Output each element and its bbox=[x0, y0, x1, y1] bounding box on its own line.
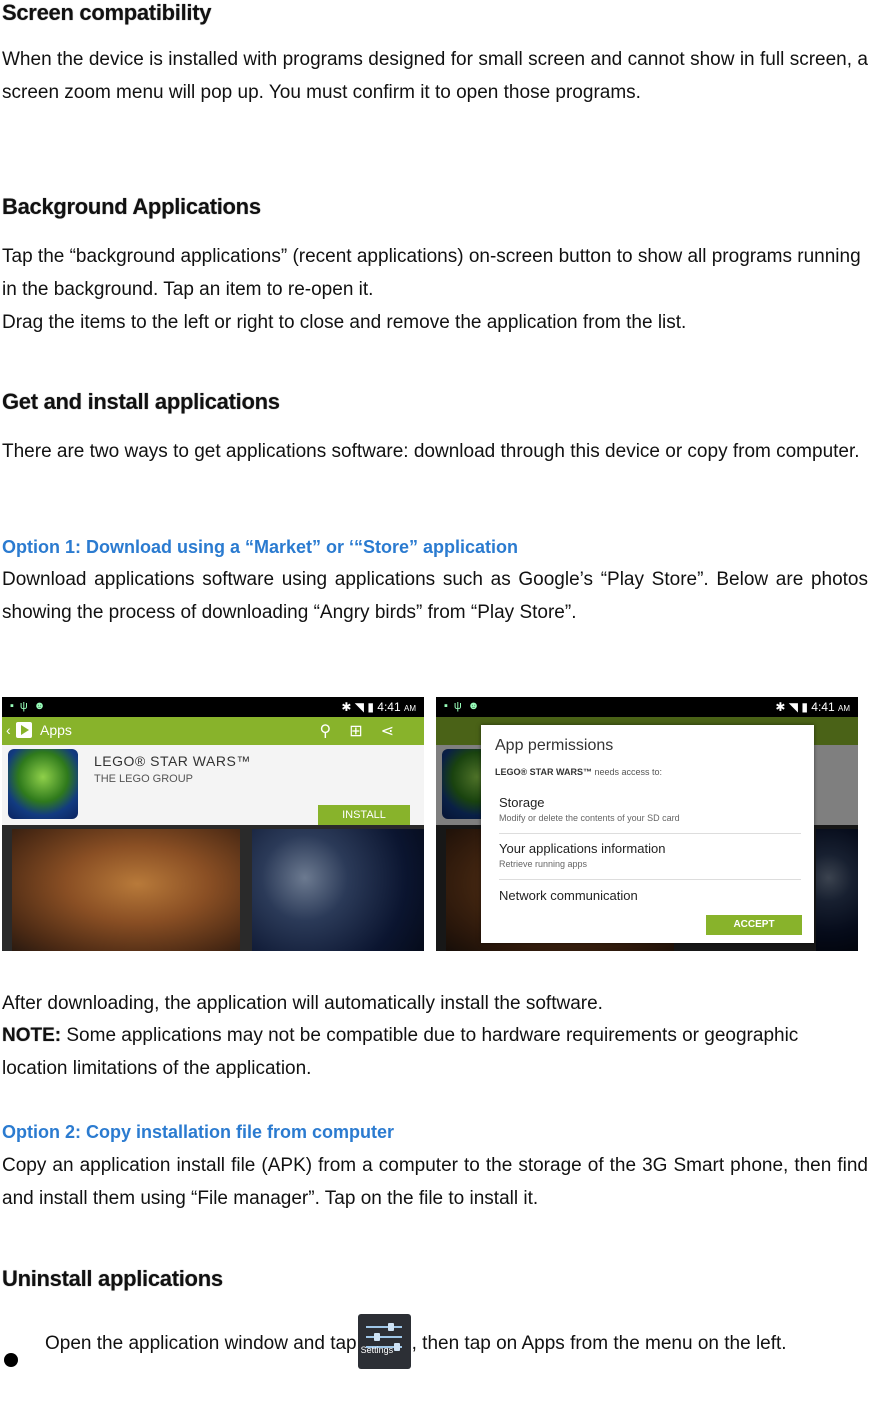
back-chevron-icon[interactable]: ‹ bbox=[6, 722, 11, 738]
subheading-option-1: Option 1: Download using a “Market” or ‘… bbox=[2, 537, 519, 557]
paragraph-option-1: Download applications software using app… bbox=[2, 569, 868, 623]
wishlist-icon[interactable]: ⊞ bbox=[349, 723, 380, 740]
permission-item: Your applications information Retrieve r… bbox=[499, 841, 801, 880]
paragraph-after-download: After downloading, the application will … bbox=[2, 993, 603, 1014]
play-store-icon bbox=[16, 722, 32, 738]
paragraph-get-install: There are two ways to get applications s… bbox=[2, 441, 860, 462]
bullet-text-before: Open the application window and tap bbox=[45, 1333, 357, 1354]
install-button[interactable]: INSTALL bbox=[318, 805, 410, 825]
dialog-title: App permissions bbox=[495, 737, 614, 754]
bullet-text-after: , then tap on Apps from the menu on the … bbox=[411, 1333, 787, 1354]
share-icon[interactable]: ⋖ bbox=[381, 723, 412, 740]
paragraph-background-1: Tap the “background applications” (recen… bbox=[2, 246, 861, 300]
game-screenshot-2 bbox=[252, 829, 424, 951]
bullet-icon bbox=[4, 1353, 18, 1367]
permissions-dialog: App permissions LEGO® STAR WARS™ needs a… bbox=[481, 725, 814, 943]
permission-item: Storage Modify or delete the contents of… bbox=[499, 795, 801, 834]
action-icons: ⚲⊞⋖ bbox=[319, 721, 412, 741]
app-icon bbox=[8, 749, 78, 819]
heading-screen-compatibility: Screen compatibility bbox=[2, 0, 212, 25]
settings-icon: Settings bbox=[357, 1314, 411, 1369]
permission-item: Network communication bbox=[499, 888, 638, 903]
game-screenshot-1 bbox=[12, 829, 240, 951]
action-bar: ‹ Apps ⚲⊞⋖ bbox=[2, 717, 424, 745]
heading-uninstall: Uninstall applications bbox=[2, 1266, 223, 1291]
heading-background-applications: Background Applications bbox=[2, 194, 261, 219]
note-label: NOTE: bbox=[2, 1025, 62, 1046]
screenshot-app-page: ▪ψ☻ ✱ ◥ ▮ 4:41 AM ‹ Apps ⚲⊞⋖ LEGO® STAR … bbox=[2, 697, 424, 951]
paragraph-option-2: Copy an application install file (APK) f… bbox=[2, 1155, 868, 1209]
paragraph-note: NOTE: Some applications may not be compa… bbox=[2, 1019, 868, 1085]
action-bar-title: Apps bbox=[40, 722, 72, 738]
screenshot-permissions: ▪ψ☻ ✱ ◥ ▮ 4:41 AM App permissions LEGO® … bbox=[436, 697, 858, 951]
status-bar: ▪ψ☻ ✱ ◥ ▮ 4:41 AM bbox=[2, 697, 424, 717]
status-time: ✱ ◥ ▮ 4:41 AM bbox=[775, 700, 850, 714]
subheading-option-2: Option 2: Copy installation file from co… bbox=[2, 1122, 395, 1142]
app-developer: THE LEGO GROUP bbox=[94, 773, 194, 785]
status-time: ✱ ◥ ▮ 4:41 AM bbox=[341, 700, 416, 714]
search-icon[interactable]: ⚲ bbox=[319, 723, 349, 740]
app-info-panel: LEGO® STAR WARS™ THE LEGO GROUP INSTALL bbox=[2, 745, 424, 825]
status-icons: ▪ψ☻ bbox=[10, 700, 52, 712]
paragraph-screen-compatibility: When the device is installed with progra… bbox=[2, 49, 868, 103]
dialog-subtitle: LEGO® STAR WARS™ needs access to: bbox=[495, 767, 663, 777]
status-bar: ▪ψ☻ ✱ ◥ ▮ 4:41 AM bbox=[436, 697, 858, 717]
bullet-uninstall: Open the application window and tap Sett… bbox=[45, 1314, 868, 1369]
note-text: Some applications may not be compatible … bbox=[2, 1025, 799, 1079]
paragraph-background-2: Drag the items to the left or right to c… bbox=[2, 312, 687, 333]
heading-get-install: Get and install applications bbox=[2, 389, 280, 414]
accept-button[interactable]: ACCEPT bbox=[706, 915, 802, 935]
app-name: LEGO® STAR WARS™ bbox=[94, 753, 251, 769]
status-icons: ▪ψ☻ bbox=[444, 700, 486, 712]
